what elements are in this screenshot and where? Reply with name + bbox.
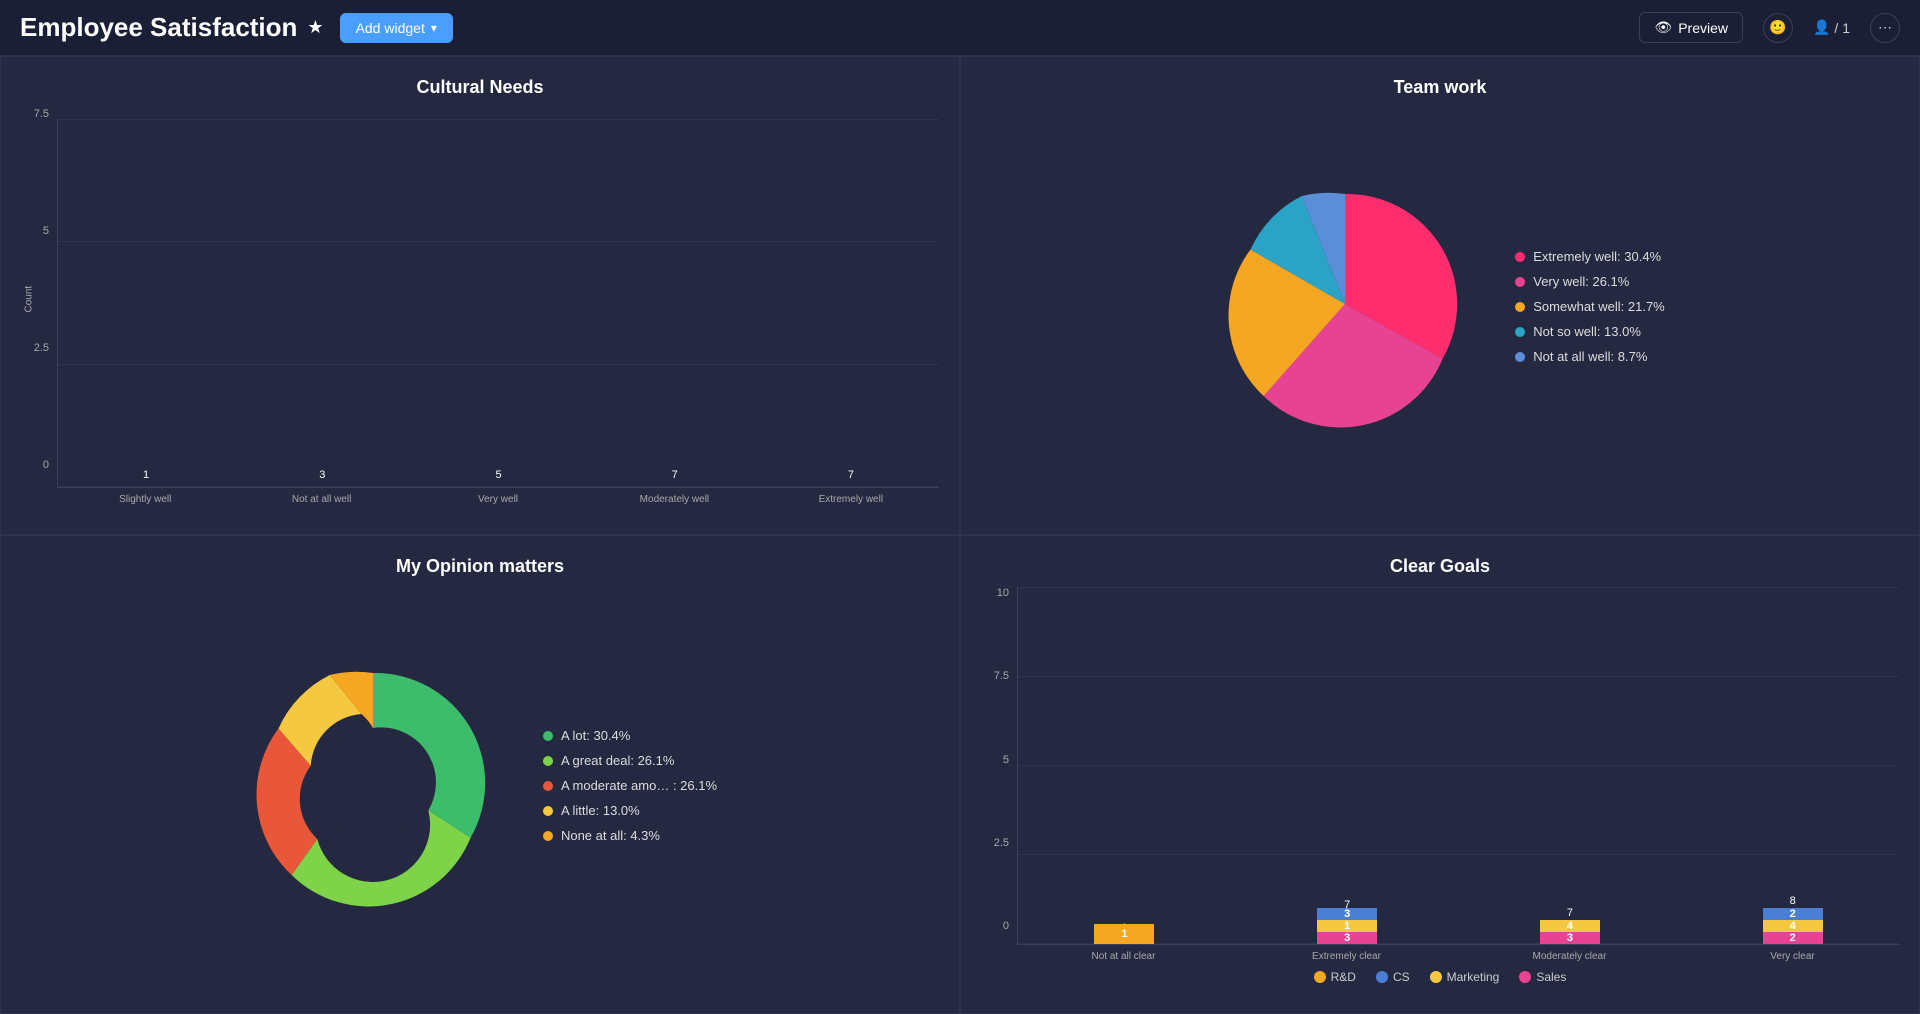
users-section: 👤 / 1: [1813, 19, 1850, 36]
pie-chart: [1215, 174, 1475, 439]
legend-a-little: A little: 13.0%: [543, 803, 717, 818]
legend-rd: R&D: [1314, 970, 1356, 984]
legend-sales: Sales: [1519, 970, 1566, 984]
stacked-bar-stack-3: 3 4: [1540, 920, 1600, 944]
header-right: 👁 Preview 🙂 👤 / 1 ⋯: [1639, 12, 1900, 43]
legend-marketing: Marketing: [1430, 970, 1500, 984]
legend-very-well: Very well: 26.1%: [1515, 274, 1665, 289]
star-icon[interactable]: ★: [307, 17, 323, 38]
more-icon[interactable]: ⋯: [1870, 13, 1900, 43]
stacked-bar-stack-2: 3 1 3: [1317, 908, 1377, 944]
my-opinion-title: My Opinion matters: [21, 556, 939, 577]
cultural-needs-widget: Cultural Needs 7.5 5 2.5 0 Count: [0, 56, 960, 535]
legend-not-so-well: Not so well: 13.0%: [1515, 324, 1665, 339]
stacked-bar-stack-4: 2 4 2: [1763, 908, 1823, 944]
page-title: Employee Satisfaction: [20, 12, 297, 43]
legend-none: None at all: 4.3%: [543, 828, 717, 843]
grid-lines: [58, 119, 939, 487]
stacked-bars-container: 1 1 7 3 1 3: [1017, 587, 1899, 945]
stacked-grid-lines: [1018, 587, 1899, 944]
cultural-needs-chart: 7.5 5 2.5 0 Count: [21, 108, 939, 505]
stacked-bars-wrapper: 1 1 7 3 1 3: [1017, 587, 1899, 962]
stacked-bar-extremely-clear: 7 3 1 3: [1261, 908, 1434, 944]
stacked-y-axis: 10 7.5 5 2.5 0: [981, 587, 1017, 962]
stacked-bar-very-clear: 8 2 4 2: [1706, 908, 1879, 944]
x-labels: Slightly well Not at all well Very well …: [57, 488, 939, 505]
eye-icon: 👁: [1654, 19, 1672, 36]
stacked-bar-stack-1: 1: [1094, 924, 1154, 944]
my-opinion-chart: A lot: 30.4% A great deal: 26.1% A moder…: [21, 587, 939, 984]
team-work-chart: Extremely well: 30.4% Very well: 26.1% S…: [981, 108, 1899, 505]
my-opinion-legend: A lot: 30.4% A great deal: 26.1% A moder…: [543, 728, 717, 843]
clear-goals-legend: R&D CS Marketing Sales: [981, 970, 1899, 984]
emoji-icon[interactable]: 🙂: [1763, 13, 1793, 43]
stacked-x-labels: Not at all clear Extremely clear Moderat…: [1017, 945, 1899, 962]
dashboard: Cultural Needs 7.5 5 2.5 0 Count: [0, 56, 1920, 1014]
users-count: / 1: [1834, 20, 1850, 36]
header: Employee Satisfaction ★ Add widget 👁 Pre…: [0, 0, 1920, 56]
stacked-bar-moderately-clear: 7 3 4: [1484, 920, 1657, 944]
add-widget-button[interactable]: Add widget: [340, 13, 453, 43]
preview-button[interactable]: 👁 Preview: [1639, 12, 1743, 43]
team-work-legend: Extremely well: 30.4% Very well: 26.1% S…: [1515, 249, 1665, 364]
bars-wrapper: Count 1: [57, 108, 939, 505]
cultural-needs-title: Cultural Needs: [21, 77, 939, 98]
legend-great-deal: A great deal: 26.1%: [543, 753, 717, 768]
legend-not-at-all-well: Not at all well: 8.7%: [1515, 349, 1665, 364]
legend-extremely-well: Extremely well: 30.4%: [1515, 249, 1665, 264]
clear-goals-widget: Clear Goals 10 7.5 5 2.5 0: [960, 535, 1920, 1014]
stacked-bar-not-clear: 1 1: [1038, 924, 1211, 944]
bars-container: 1 3 5: [57, 119, 939, 488]
my-opinion-widget: My Opinion matters: [0, 535, 960, 1014]
clear-goals-title: Clear Goals: [981, 556, 1899, 577]
legend-moderate: A moderate amo… : 26.1%: [543, 778, 717, 793]
clear-goals-chart: 10 7.5 5 2.5 0: [981, 587, 1899, 984]
team-work-title: Team work: [981, 77, 1899, 98]
team-work-widget: Team work: [960, 56, 1920, 535]
legend-a-lot: A lot: 30.4%: [543, 728, 717, 743]
users-icon: 👤: [1813, 19, 1830, 36]
legend-cs: CS: [1376, 970, 1410, 984]
donut-chart: [243, 653, 503, 918]
legend-somewhat-well: Somewhat well: 21.7%: [1515, 299, 1665, 314]
